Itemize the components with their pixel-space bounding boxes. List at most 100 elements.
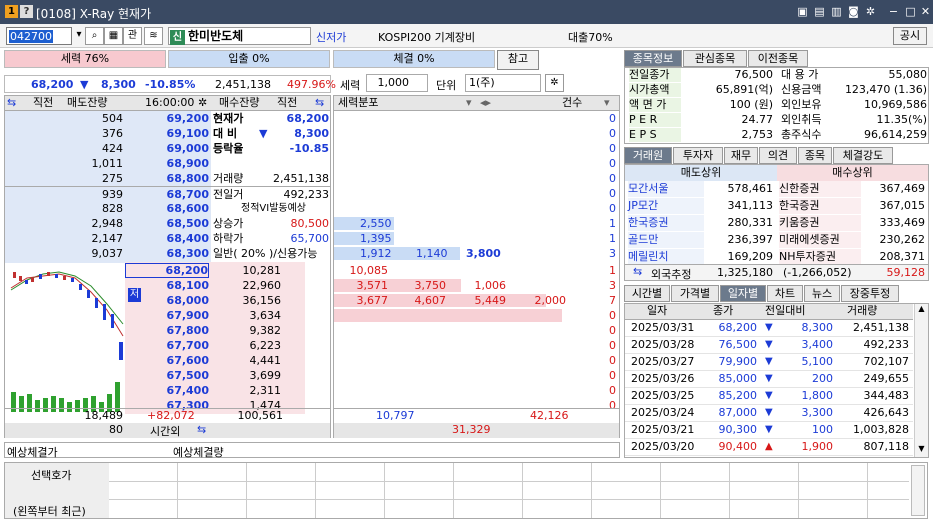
- buy-broker-qty: 367,015: [879, 199, 926, 212]
- daily-row[interactable]: 2025/03/28 76,500 ▼ 3,400 492,233: [625, 337, 913, 354]
- reference-button[interactable]: 참고: [497, 50, 539, 70]
- daily-row[interactable]: 2025/03/21 90,300 ▼ 100 1,003,828: [625, 422, 913, 439]
- save-icon[interactable]: ▤: [812, 4, 827, 19]
- stock-name-field[interactable]: 신 한미반도체: [168, 27, 311, 45]
- scroll-up-icon[interactable]: ▲: [915, 304, 928, 313]
- power-qty-stepper[interactable]: 1,000: [366, 74, 428, 92]
- expected-price-label: 예상체결가: [7, 446, 58, 459]
- print-icon[interactable]: ▥: [829, 4, 844, 19]
- daily-volume: 492,233: [863, 338, 910, 351]
- ask-price[interactable]: 69,000: [125, 141, 209, 156]
- bid-price[interactable]: 67,700: [125, 338, 209, 353]
- tab-2[interactable]: 재무: [724, 147, 758, 164]
- ask-price[interactable]: 68,900: [125, 156, 209, 171]
- maximize-icon[interactable]: □: [903, 4, 918, 19]
- daily-close: 79,900: [718, 355, 758, 368]
- power-dropdown-icon[interactable]: ▾: [466, 96, 472, 110]
- tab-1[interactable]: 관심종목: [683, 50, 747, 67]
- stock-code-input[interactable]: 042700: [6, 27, 72, 45]
- prev-left-icon[interactable]: ⇆: [7, 96, 16, 110]
- select-quote-scrollbar[interactable]: [911, 465, 925, 516]
- tab-2[interactable]: 일자별: [720, 285, 766, 302]
- ask-row[interactable]: 275 68,800 거래량 2,451,138: [5, 171, 330, 186]
- sell-broker: 모간서울: [628, 181, 704, 197]
- tab-4[interactable]: 뉴스: [804, 285, 840, 302]
- stack-icon[interactable]: ≋: [144, 27, 163, 45]
- ask-row[interactable]: 1,011 68,900: [5, 156, 330, 171]
- unit-select[interactable]: 1(주): [465, 74, 541, 92]
- ask-row[interactable]: 828 68,600 정적VI발동예상: [5, 201, 330, 216]
- ask-row[interactable]: 376 69,100 대 비 ▼ 8,300: [5, 126, 330, 141]
- kwan-button[interactable]: 관: [123, 27, 142, 45]
- disclosure-button[interactable]: 공시: [893, 27, 927, 45]
- daily-row[interactable]: 2025/03/26 85,000 ▼ 200 249,655: [625, 371, 913, 388]
- buy-broker-qty: 208,371: [879, 250, 926, 263]
- daily-row[interactable]: 2025/03/20 90,400 ▲ 1,900 807,118: [625, 439, 913, 456]
- calendar-icon[interactable]: ▦: [104, 27, 123, 45]
- tab-5[interactable]: 장중투정: [841, 285, 899, 302]
- ask-row[interactable]: 939 68,700 전일거 492,233: [5, 186, 330, 201]
- ask-row[interactable]: 504 69,200 현재가 68,200: [5, 111, 330, 126]
- info-value: 100 (원): [729, 98, 773, 111]
- ask-row[interactable]: 424 69,000 등락율 -10.85: [5, 141, 330, 156]
- foreign-label: 외국추정: [651, 268, 692, 281]
- ask-row[interactable]: 2,147 68,400 하락가 65,700: [5, 231, 330, 246]
- code-dropdown-icon[interactable]: ▾: [73, 27, 85, 45]
- broker-row[interactable]: 골드만 236,397 미래에셋증권 230,262: [625, 232, 928, 249]
- scroll-down-icon[interactable]: ▼: [915, 444, 928, 453]
- tab-4[interactable]: 종목: [798, 147, 832, 164]
- tab-0[interactable]: 시간별: [624, 285, 670, 302]
- buy-broker: 키움증권: [779, 215, 861, 231]
- bid-price[interactable]: 67,800: [125, 323, 209, 338]
- bid-price[interactable]: 67,900: [125, 308, 209, 323]
- ask-qty: 9,037: [91, 247, 124, 260]
- config-icon[interactable]: ✲: [545, 74, 564, 92]
- gear-icon[interactable]: ✲: [198, 96, 207, 110]
- ask-price[interactable]: 69,200: [125, 111, 209, 126]
- ask-row[interactable]: 2,948 68,500 상승가 80,500: [5, 216, 330, 231]
- camera-icon[interactable]: ◙: [846, 4, 861, 19]
- prev-right-icon[interactable]: ⇆: [315, 96, 324, 110]
- link-icon[interactable]: ▣: [795, 4, 810, 19]
- tab-3[interactable]: 의견: [759, 147, 797, 164]
- broker-row[interactable]: 모간서울 578,461 신한증권 367,469: [625, 181, 928, 198]
- window-title: [0108] X-Ray 현재가: [36, 7, 152, 21]
- ask-price[interactable]: 68,800: [125, 171, 209, 186]
- minimize-icon[interactable]: −: [886, 4, 901, 19]
- search-icon[interactable]: ⌕: [85, 27, 104, 45]
- bid-price[interactable]: 67,500: [125, 368, 209, 383]
- bid-price[interactable]: 67,400: [125, 383, 209, 398]
- prev-page-icon[interactable]: ◂▸: [480, 96, 491, 110]
- power-count: 0: [609, 202, 616, 215]
- broker-row[interactable]: JP모간 341,113 한국증권 367,015: [625, 198, 928, 215]
- daily-row[interactable]: 2025/03/31 68,200 ▼ 8,300 2,451,138: [625, 320, 913, 337]
- tab-1[interactable]: 투자자: [673, 147, 723, 164]
- tab-5[interactable]: 체결강도: [833, 147, 893, 164]
- help-icon[interactable]: ?: [20, 5, 33, 18]
- close-icon[interactable]: ✕: [918, 4, 933, 19]
- ask-price[interactable]: 68,300: [125, 246, 209, 261]
- ask-price[interactable]: 68,500: [125, 216, 209, 231]
- info-key: 대 용 가: [781, 68, 819, 81]
- ask-row[interactable]: 9,037 68,300 일반( 20% )/신용가능: [5, 246, 330, 261]
- daily-row[interactable]: 2025/03/24 87,000 ▼ 3,300 426,643: [625, 405, 913, 422]
- ask-price[interactable]: 68,400: [125, 231, 209, 246]
- count-dropdown-icon[interactable]: ▾: [604, 96, 610, 110]
- tab-1[interactable]: 가격별: [671, 285, 719, 302]
- ask-price[interactable]: 68,700: [125, 187, 209, 202]
- ask-price[interactable]: 68,600: [125, 201, 209, 216]
- tab-0[interactable]: 거래원: [624, 147, 672, 164]
- settings-icon[interactable]: ✲: [863, 4, 878, 19]
- swap-icon[interactable]: ⇆: [197, 423, 206, 436]
- tab-2[interactable]: 이전종목: [748, 50, 808, 67]
- daily-scrollbar[interactable]: ▲ ▼: [914, 304, 928, 457]
- daily-row[interactable]: 2025/03/27 79,900 ▼ 5,100 702,107: [625, 354, 913, 371]
- bid-power-row: 10,085 1: [334, 263, 619, 278]
- bid-price[interactable]: 68,200: [125, 263, 209, 278]
- broker-row[interactable]: 한국증권 280,331 키움증권 333,469: [625, 215, 928, 232]
- bid-price[interactable]: 67,600: [125, 353, 209, 368]
- daily-row[interactable]: 2025/03/25 85,200 ▼ 1,800 344,483: [625, 388, 913, 405]
- ask-price[interactable]: 69,100: [125, 126, 209, 141]
- tab-0[interactable]: 종목정보: [624, 50, 682, 67]
- tab-3[interactable]: 차트: [767, 285, 803, 302]
